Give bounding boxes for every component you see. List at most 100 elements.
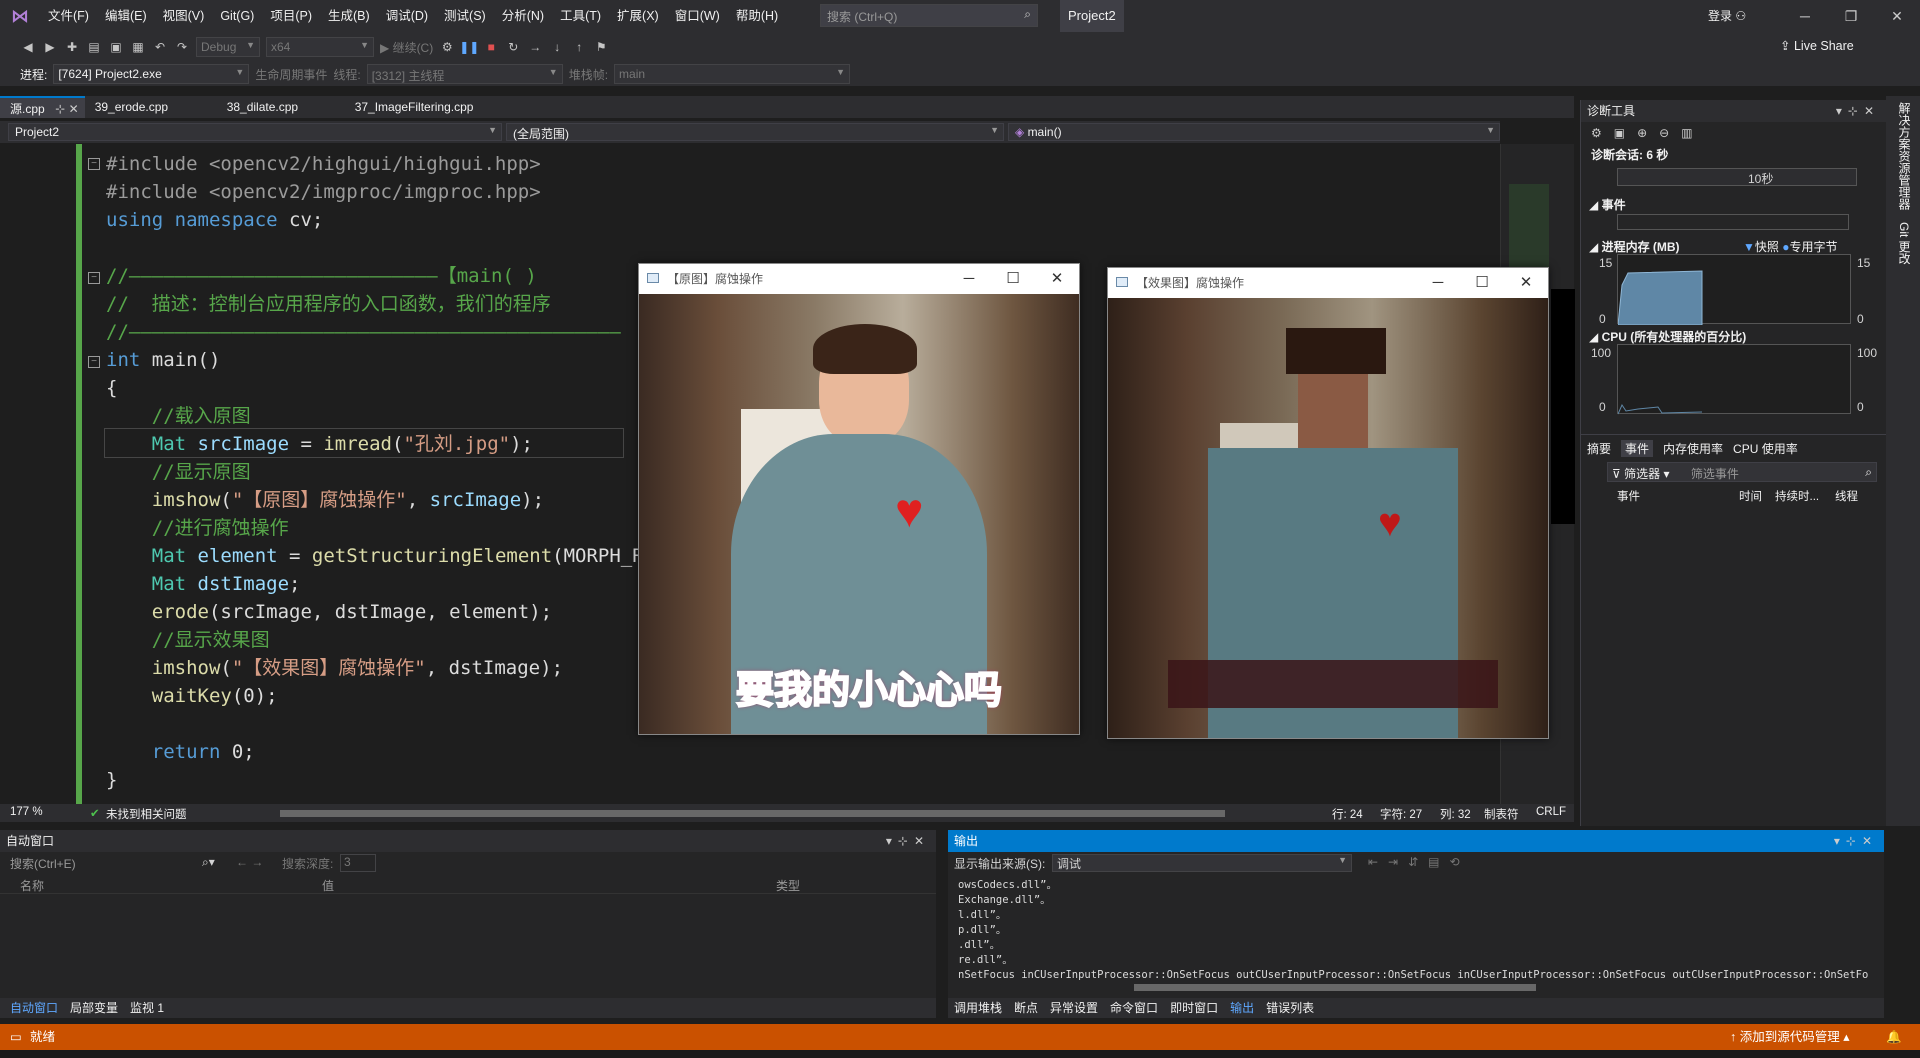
timeline-ruler[interactable]: 10秒 <box>1617 168 1857 186</box>
tab-output[interactable]: 输出 <box>1230 998 1254 1018</box>
settings-icon[interactable]: ⚙ <box>1591 126 1614 140</box>
menu-edit[interactable]: 编辑(E) <box>97 0 155 32</box>
menu-help[interactable]: 帮助(H) <box>728 0 786 32</box>
eol-indicator[interactable]: CRLF <box>1536 806 1566 818</box>
restore-button[interactable]: ❐ <box>1828 0 1874 32</box>
menu-window[interactable]: 窗口(W) <box>667 0 728 32</box>
autos-search-input[interactable]: 搜索(Ctrl+E) <box>10 857 76 871</box>
lifecycle-events[interactable]: 生命周期事件 <box>255 66 327 83</box>
zoom-level[interactable]: 177 % <box>10 806 43 818</box>
config-select[interactable]: Debug ▼ <box>196 37 260 57</box>
menu-tools[interactable]: 工具(T) <box>552 0 609 32</box>
save-all-icon[interactable]: ▦ <box>130 39 146 55</box>
undo-icon[interactable]: ↶ <box>152 39 168 55</box>
git-changes-tab[interactable]: Git 更改 <box>1886 216 1920 271</box>
zoom-out-icon[interactable]: ⊖ <box>1659 126 1681 140</box>
close-button[interactable]: ✕ <box>1035 264 1079 294</box>
col-duration[interactable]: 持续时... <box>1775 488 1819 504</box>
window-title-bar[interactable]: 【原图】腐蚀操作 ─ ☐ ✕ <box>639 264 1079 294</box>
bookmark-icon[interactable]: ⚑ <box>593 39 609 55</box>
attach-icon[interactable]: ⚙ <box>439 39 455 55</box>
login-button[interactable]: 登录 ⚇ <box>1708 0 1746 32</box>
menu-analyze[interactable]: 分析(N) <box>494 0 552 32</box>
minimize-button[interactable]: ─ <box>1416 268 1460 298</box>
col-value[interactable]: 值 <box>322 877 334 894</box>
menu-debug[interactable]: 调试(D) <box>378 0 436 32</box>
nav-arrows-icon[interactable]: ← → <box>236 855 263 869</box>
restart-icon[interactable]: ↻ <box>505 39 521 55</box>
pause-icon[interactable]: ❚❚ <box>459 39 479 55</box>
step-into-icon[interactable]: ↓ <box>549 39 565 55</box>
search-icon[interactable]: ⌕▾ <box>202 855 215 870</box>
tab-call-stack[interactable]: 调用堆栈 <box>954 998 1002 1018</box>
output-tools-icon[interactable]: ⇤⇥⇵▤⟲ <box>1368 855 1470 869</box>
tab-breakpoints[interactable]: 断点 <box>1014 998 1038 1018</box>
stop-icon[interactable]: ■ <box>483 39 499 55</box>
visual-studio-logo-icon[interactable]: ⋈ <box>0 0 40 32</box>
minimize-button[interactable]: ─ <box>947 264 991 294</box>
continue-button[interactable]: ▶ 继续(C) <box>380 39 433 56</box>
tab-memory-usage[interactable]: 内存使用率 <box>1663 440 1723 457</box>
tab-imagefiltering-cpp[interactable]: 37_ImageFiltering.cpp <box>345 96 484 118</box>
redo-icon[interactable]: ↷ <box>174 39 190 55</box>
output-source-select[interactable]: 调试 ▼ <box>1052 854 1352 872</box>
fold-toggle-icon[interactable]: − <box>88 158 100 170</box>
menu-build[interactable]: 生成(B) <box>320 0 378 32</box>
export-icon[interactable]: ▣ <box>1614 126 1637 140</box>
horizontal-scrollbar[interactable] <box>280 810 1225 817</box>
close-button[interactable]: ✕ <box>1504 268 1548 298</box>
tab-error-list[interactable]: 错误列表 <box>1266 998 1314 1018</box>
tab-immediate-window[interactable]: 即时窗口 <box>1170 998 1218 1018</box>
stack-frame-select[interactable]: main ▼ <box>614 64 851 84</box>
zoom-in-icon[interactable]: ⊕ <box>1637 126 1659 140</box>
filter-button[interactable]: ⊽ 筛选器 ▾ <box>1612 467 1670 481</box>
search-icon[interactable]: ⌕ <box>1865 465 1872 480</box>
thread-select[interactable]: [3312] 主线程 ▼ <box>366 64 563 84</box>
tab-summary[interactable]: 摘要 <box>1587 440 1611 457</box>
menu-project[interactable]: 项目(P) <box>262 0 320 32</box>
panel-controls-icon[interactable]: ▾⊹✕ <box>1836 100 1880 122</box>
panel-controls-icon[interactable]: ▾⊹✕ <box>886 830 930 852</box>
minimize-button[interactable]: ─ <box>1782 0 1828 32</box>
pin-close-icon[interactable]: ⊹ ✕ <box>55 98 78 120</box>
forward-icon[interactable]: ▶ <box>42 39 58 55</box>
filter-events-input[interactable]: 筛选事件 <box>1691 467 1739 481</box>
live-share-button[interactable]: ⇪ Live Share <box>1780 38 1854 53</box>
back-icon[interactable]: ◀ <box>20 39 36 55</box>
fold-toggle-icon[interactable]: − <box>88 356 100 368</box>
col-time[interactable]: 时间 <box>1739 488 1762 504</box>
tabs-indicator[interactable]: 制表符 <box>1484 806 1519 822</box>
step-over-icon[interactable]: → <box>527 39 543 55</box>
tab-cpu-usage[interactable]: CPU 使用率 <box>1733 440 1798 457</box>
col-type[interactable]: 类型 <box>776 877 800 894</box>
issues-label[interactable]: 未找到相关问题 <box>106 806 187 822</box>
result-image-window[interactable]: 【效果图】腐蚀操作 ─ ☐ ✕ ♥ <box>1107 267 1549 739</box>
col-name[interactable]: 名称 <box>20 877 44 894</box>
close-button[interactable]: ✕ <box>1874 0 1920 32</box>
tab-exception-settings[interactable]: 异常设置 <box>1050 998 1098 1018</box>
tab-locals[interactable]: 局部变量 <box>70 998 118 1018</box>
tab-command-window[interactable]: 命令窗口 <box>1110 998 1158 1018</box>
tab-source-cpp[interactable]: 源.cpp ⊹ ✕ <box>0 96 85 118</box>
scope-nav-select[interactable]: (全局范围) ▼ <box>506 123 1004 141</box>
solution-explorer-tab[interactable]: 解决方案资源管理器 <box>1886 96 1920 216</box>
process-select[interactable]: [7624] Project2.exe ▼ <box>53 64 250 84</box>
maximize-button[interactable]: ☐ <box>1460 268 1504 298</box>
menu-git[interactable]: Git(G) <box>212 0 262 32</box>
output-hscrollbar[interactable] <box>1134 984 1536 991</box>
menu-test[interactable]: 测试(S) <box>436 0 494 32</box>
open-folder-icon[interactable]: ▤ <box>86 39 102 55</box>
function-nav-select[interactable]: ◈ main() ▼ <box>1008 123 1500 141</box>
save-icon[interactable]: ▣ <box>108 39 124 55</box>
tab-dilate-cpp[interactable]: 38_dilate.cpp <box>217 96 345 118</box>
search-depth-select[interactable]: 3 <box>340 854 376 872</box>
maximize-button[interactable]: ☐ <box>991 264 1035 294</box>
menu-extensions[interactable]: 扩展(X) <box>609 0 667 32</box>
tab-autos[interactable]: 自动窗口 <box>10 998 58 1018</box>
search-input[interactable]: 搜索 (Ctrl+Q) ⌕ <box>820 4 1038 27</box>
step-out-icon[interactable]: ↑ <box>571 39 587 55</box>
output-text[interactable]: owsCodecs.dll”。 Exchange.dll”。 l.dll”。 p… <box>948 874 1868 980</box>
platform-select[interactable]: x64 ▼ <box>266 37 374 57</box>
reset-icon[interactable]: ▥ <box>1681 126 1704 140</box>
fold-toggle-icon[interactable]: − <box>88 272 100 284</box>
